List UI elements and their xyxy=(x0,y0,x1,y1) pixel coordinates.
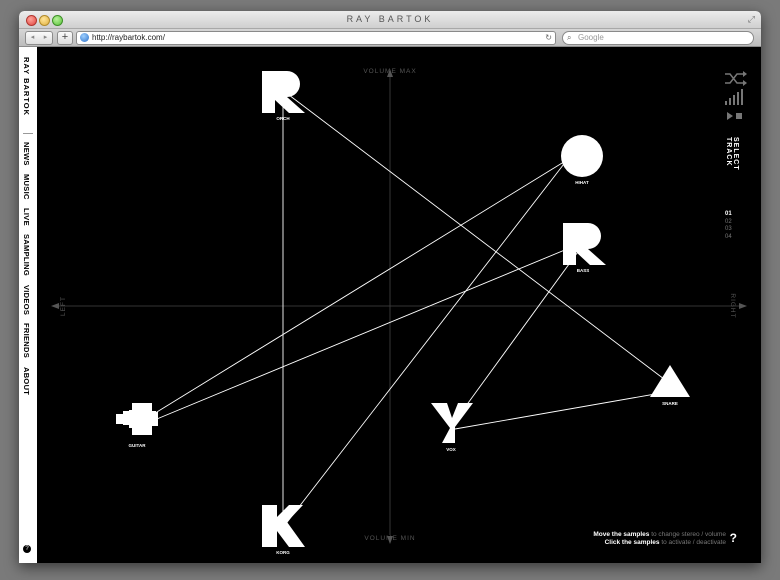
sample-label: KORG xyxy=(276,550,290,555)
link-bass-guitar xyxy=(151,246,573,422)
sidebar-divider xyxy=(23,133,33,134)
track-option-03[interactable]: 03 xyxy=(725,226,732,234)
axis-label-bottom: VOLUME MIN xyxy=(364,535,415,542)
window-title: RAY BARTOK xyxy=(346,14,434,24)
sidebar-menu: NEWS MUSIC LIVE SAMPLING VIDEOS FRIENDS … xyxy=(22,142,31,401)
sample-guitar[interactable]: GUITAR xyxy=(116,403,158,448)
link-bass-vox xyxy=(454,248,581,422)
page-content: VOLUME MAX VOLUME MIN LEFT RIGHT ORCH HI… xyxy=(19,47,761,563)
search-field[interactable]: ⌕ Google xyxy=(562,31,754,45)
hint-line2-dim: to activate / deactivate xyxy=(661,539,726,546)
sample-label: SNARE xyxy=(662,401,678,406)
search-placeholder: Google xyxy=(578,33,604,42)
sample-label: BASS xyxy=(577,268,590,273)
sample-label: GUITAR xyxy=(129,443,147,448)
play-icon[interactable] xyxy=(727,112,733,120)
sample-label: VOX xyxy=(446,447,456,452)
r-shape-icon xyxy=(262,71,305,113)
r-shape-icon xyxy=(563,223,606,265)
shuffle-icon[interactable] xyxy=(725,71,747,86)
sampler-stage[interactable]: VOLUME MAX VOLUME MIN LEFT RIGHT ORCH HI… xyxy=(19,47,761,563)
search-icon: ⌕ xyxy=(567,33,572,42)
back-button[interactable]: ◂ xyxy=(26,32,39,44)
sample-orch[interactable]: ORCH xyxy=(262,71,305,121)
reload-icon[interactable]: ↻ xyxy=(545,32,552,44)
link-hihat-korg xyxy=(284,159,568,526)
hint-line1-dim: to change stereo / volume xyxy=(651,531,726,538)
axis-label-left: LEFT xyxy=(60,296,67,316)
sidebar-item-live[interactable]: LIVE xyxy=(22,208,31,226)
info-icon[interactable]: ? xyxy=(23,545,31,553)
globe-icon xyxy=(80,33,89,42)
address-bar[interactable]: http://raybartok.com/ ↻ xyxy=(76,31,556,45)
sample-bass[interactable]: BASS xyxy=(563,223,606,273)
link-hihat-guitar xyxy=(151,159,568,416)
title-bar: RAY BARTOK ⤢ xyxy=(19,11,761,29)
sample-hihat[interactable]: HIHAT xyxy=(561,135,603,185)
add-bookmark-button[interactable]: + xyxy=(57,31,73,45)
axis-label-top: VOLUME MAX xyxy=(363,68,416,75)
select-track-title: SELECT TRACK xyxy=(725,137,739,171)
browser-window: RAY BARTOK ⤢ ◂ ▸ + http://raybartok.com/… xyxy=(19,11,761,563)
url-text[interactable]: http://raybartok.com/ xyxy=(92,32,165,44)
axis-arrow-right-icon xyxy=(739,303,747,309)
track-option-02[interactable]: 02 xyxy=(725,219,732,227)
fullscreen-icon[interactable]: ⤢ xyxy=(748,14,755,25)
volume-bars-icon[interactable] xyxy=(725,89,743,105)
sidebar-item-music[interactable]: MUSIC xyxy=(22,174,31,200)
link-orch-snare xyxy=(288,94,665,380)
sample-label: ORCH xyxy=(276,116,289,121)
axis-arrow-left-icon xyxy=(51,303,59,309)
hint-line1-bold: Move the samples xyxy=(593,531,650,538)
sample-label: HIHAT xyxy=(575,180,589,185)
sidebar-item-sampling[interactable]: SAMPLING xyxy=(22,234,31,276)
sidebar-item-about[interactable]: ABOUT xyxy=(22,367,31,395)
track-option-01[interactable]: 01 xyxy=(725,211,732,219)
site-logo[interactable]: RAY BARTOK xyxy=(22,57,31,116)
forward-button[interactable]: ▸ xyxy=(39,32,52,44)
track-list: 01 02 03 04 xyxy=(725,211,732,241)
sidebar-item-news[interactable]: NEWS xyxy=(22,142,31,166)
sample-korg[interactable]: KORG xyxy=(262,505,305,555)
sidebar-item-videos[interactable]: VIDEOS xyxy=(22,285,31,315)
axis-label-right: RIGHT xyxy=(729,293,736,318)
instructions: Move the samples to change stereo / volu… xyxy=(593,531,726,547)
sidebar: RAY BARTOK NEWS MUSIC LIVE SAMPLING VIDE… xyxy=(19,47,37,563)
sample-snare[interactable]: SNARE xyxy=(650,365,690,406)
nav-buttons: ◂ ▸ xyxy=(25,31,53,45)
triangle-shape-icon xyxy=(650,365,690,397)
link-snare-vox xyxy=(454,392,662,430)
k-shape-icon xyxy=(262,505,305,547)
stop-icon[interactable] xyxy=(736,113,742,119)
browser-toolbar: ◂ ▸ + http://raybartok.com/ ↻ ⌕ Google xyxy=(19,29,761,47)
help-button[interactable]: ? xyxy=(730,531,737,545)
sidebar-item-friends[interactable]: FRIENDS xyxy=(22,323,31,358)
y-shape-icon xyxy=(431,403,473,443)
track-option-04[interactable]: 04 xyxy=(725,234,732,242)
hint-line2-bold: Click the samples xyxy=(604,539,660,546)
circle-shape-icon xyxy=(561,135,603,177)
sample-vox[interactable]: VOX xyxy=(431,403,473,452)
